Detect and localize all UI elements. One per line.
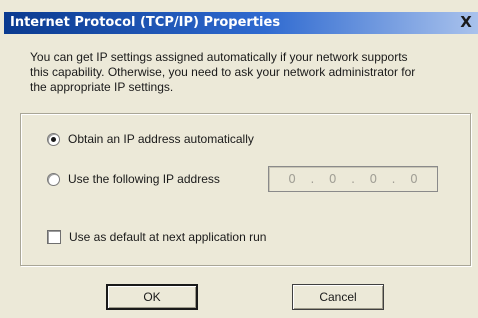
radio-selected-dot [51, 136, 56, 142]
use-as-default-label: Use as default at next application run [69, 230, 267, 244]
intro-line-3: the appropriate IP settings. [30, 80, 174, 94]
radio-use-following-ip[interactable]: Use the following IP address [47, 172, 220, 186]
intro-text: You can get IP settings assigned automat… [30, 50, 450, 95]
use-following-ip-label: Use the following IP address [68, 172, 220, 186]
ip-octet-1: 0 [288, 172, 296, 186]
checkbox-use-as-default[interactable]: Use as default at next application run [47, 230, 266, 244]
close-icon[interactable]: X [458, 14, 474, 30]
ip-octet-4: 0 [410, 172, 418, 186]
ip-octet-3: 0 [369, 172, 378, 186]
radio-button-unselected[interactable] [47, 172, 60, 186]
intro-line-2: this capability. Otherwise, you need to … [30, 65, 416, 79]
ip-separator: . [351, 172, 355, 186]
ip-octet-2: 0 [328, 172, 337, 186]
tcpip-properties-dialog: Internet Protocol (TCP/IP) Properties X … [0, 0, 478, 318]
ip-separator: . [310, 172, 315, 186]
radio-button-selected[interactable] [47, 132, 60, 146]
ip-separator: . [391, 172, 396, 186]
obtain-automatically-label: Obtain an IP address automatically [68, 132, 254, 146]
cancel-button[interactable]: Cancel [292, 284, 384, 310]
ip-address-field: 0 . 0 . 0 . 0 [268, 166, 438, 192]
intro-line-1: You can get IP settings assigned automat… [30, 50, 408, 64]
radio-obtain-automatically[interactable]: Obtain an IP address automatically [47, 132, 254, 146]
window-title: Internet Protocol (TCP/IP) Properties [10, 15, 281, 30]
default-checkbox[interactable] [47, 230, 61, 244]
ok-button[interactable]: OK [106, 284, 198, 310]
title-bar[interactable]: Internet Protocol (TCP/IP) Properties X [4, 12, 478, 34]
